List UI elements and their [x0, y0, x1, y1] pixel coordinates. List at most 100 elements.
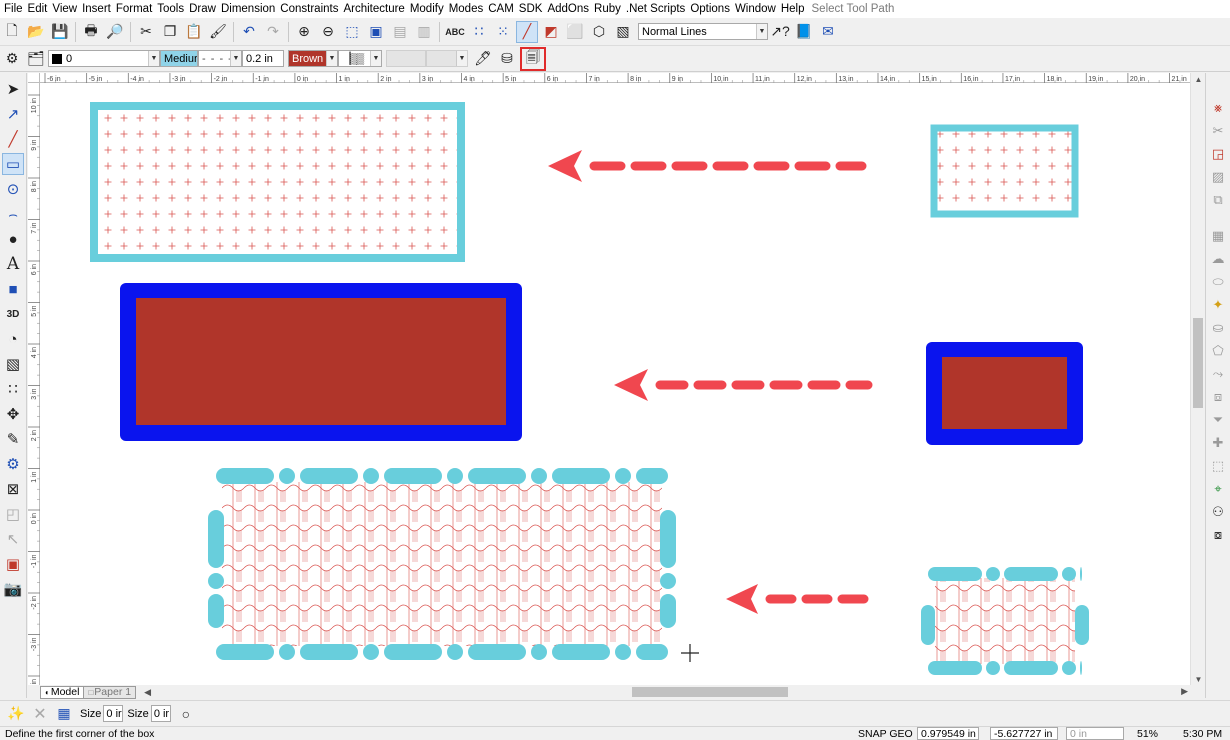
grid-icon[interactable]: ∷ [2, 378, 24, 400]
sphere-icon[interactable]: ◔ [2, 328, 24, 350]
line-weight-select[interactable]: Mediur [160, 50, 198, 67]
cube-icon[interactable]: ⬚ [1208, 456, 1228, 476]
text-icon[interactable]: A [2, 253, 24, 275]
paste-icon[interactable]: 📋 [183, 21, 205, 43]
tab-paper-1[interactable]: □ Paper 1 [84, 685, 137, 699]
layer-select[interactable]: 0 ▼ [48, 50, 160, 67]
menu-view[interactable]: View [52, 3, 77, 15]
transparency-select[interactable]: ▼ [426, 50, 468, 67]
menu-addons[interactable]: AddOns [547, 3, 589, 15]
fill-select[interactable] [386, 50, 426, 67]
spreadsheet-icon[interactable]: ▦ [53, 703, 75, 725]
magic-wand-icon[interactable]: ✨ [5, 703, 27, 725]
redo-icon[interactable]: ↷ [262, 21, 284, 43]
box-icon[interactable]: ▭ [2, 153, 24, 175]
scroll-down-icon[interactable]: ▼ [1193, 673, 1204, 685]
eyedropper-icon[interactable]: 🖊 [472, 48, 494, 70]
color-select[interactable]: Brown ▼ [288, 50, 338, 67]
snap-grid-icon[interactable]: ∷ [468, 21, 490, 43]
zoom-in-icon[interactable]: ⊕ [293, 21, 315, 43]
menu-format[interactable]: Format [116, 3, 152, 15]
people-icon[interactable]: ⚇ [1208, 502, 1228, 522]
line-style-select[interactable]: - - - - - ▼ [198, 50, 242, 67]
large-hatched-box[interactable] [90, 102, 465, 262]
menu-architecture[interactable]: Architecture [343, 3, 404, 15]
cancel-icon[interactable]: ✕ [29, 703, 51, 725]
hatch-icon[interactable]: ⨳ [1208, 98, 1228, 118]
show-grid-icon[interactable]: ⁙ [492, 21, 514, 43]
scroll-right-icon[interactable]: ▶ [1181, 686, 1188, 697]
help-cursor-icon[interactable]: ↗? [769, 21, 791, 43]
spell-check-icon[interactable]: ABC [444, 21, 466, 43]
extrude-icon[interactable]: ▨ [1208, 167, 1228, 187]
line-icon[interactable]: ╱ [2, 128, 24, 150]
menu-net-scripts[interactable]: .Net Scripts [626, 3, 685, 15]
menu-insert[interactable]: Insert [82, 3, 111, 15]
scale-icon[interactable]: ◰ [2, 503, 24, 525]
point-icon[interactable]: ● [2, 228, 24, 250]
menu-tools[interactable]: Tools [157, 3, 184, 15]
gear-icon[interactable]: ⚙ [1, 48, 23, 70]
menu-help[interactable]: Help [781, 3, 805, 15]
layers-icon[interactable]: ⧉ [1208, 190, 1228, 210]
pattern-select[interactable]: ▕▒▒▕ ▼ [338, 50, 382, 67]
properties-sheet-icon[interactable]: 🗐 [520, 46, 546, 71]
shell-icon[interactable]: ⬠ [1208, 341, 1228, 361]
stack-icon[interactable]: ⛁ [496, 48, 518, 70]
line-width-select[interactable]: 0.2 in [242, 50, 284, 67]
size-input-2[interactable]: 0 ir [150, 705, 171, 722]
render-mode-select[interactable]: Normal Lines ▼ [638, 23, 768, 40]
menu-window[interactable]: Window [735, 3, 776, 15]
copy-icon[interactable]: ❐ [159, 21, 181, 43]
menu-cam[interactable]: CAM [488, 3, 514, 15]
vertical-scrollbar[interactable]: ▲ ▼ [1190, 73, 1205, 685]
boolean-icon[interactable]: ⧈ [1208, 387, 1228, 407]
zoom-previous-icon[interactable]: ▥ [413, 21, 435, 43]
eraser-icon[interactable]: ▧ [2, 353, 24, 375]
menu-dimension[interactable]: Dimension [221, 3, 275, 15]
undo-icon[interactable]: ↶ [238, 21, 260, 43]
new-file-icon[interactable]: 🗋 [1, 21, 23, 43]
fill-color-icon[interactable]: ■ [2, 278, 24, 300]
select-arrow-icon[interactable]: ➤ [2, 78, 24, 100]
circle-icon[interactable]: ⊙ [2, 178, 24, 200]
trim-icon[interactable]: ✂ [1208, 121, 1228, 141]
zoom-out-icon[interactable]: ⊖ [317, 21, 339, 43]
plus-icon[interactable]: ✚ [1208, 433, 1228, 453]
pointer-icon[interactable]: ↖ [2, 528, 24, 550]
save-icon[interactable]: 💾 [49, 21, 71, 43]
menu-ruby[interactable]: Ruby [594, 3, 621, 15]
tab-model[interactable]: ◐ Model [40, 685, 85, 699]
stars-icon[interactable]: ✦ [1208, 295, 1228, 315]
menu-modify[interactable]: Modify [410, 3, 444, 15]
frame-icon[interactable]: ⧇ [1208, 525, 1228, 545]
pencil-icon[interactable]: ✎ [2, 428, 24, 450]
menu-constraints[interactable]: Constraints [280, 3, 338, 15]
cloud-icon[interactable]: ☁ [1208, 249, 1228, 269]
cut-icon[interactable]: ✂ [135, 21, 157, 43]
snap-mode[interactable]: SNAP GEO [858, 728, 913, 740]
open-box-icon[interactable]: ⬜ [564, 21, 586, 43]
transform-icon[interactable]: ⊠ [2, 478, 24, 500]
radio-circle-icon[interactable]: ○ [175, 703, 197, 725]
box-color-icon[interactable]: ▣ [2, 553, 24, 575]
render-icon[interactable]: ▧ [612, 21, 634, 43]
size-input-1[interactable]: 0 ir [103, 705, 124, 722]
menu-options[interactable]: Options [690, 3, 730, 15]
menu-modes[interactable]: Modes [449, 3, 484, 15]
funnel-icon[interactable]: ⏷ [1208, 410, 1228, 430]
zoom-page-icon[interactable]: ▤ [389, 21, 411, 43]
drawing-canvas[interactable] [40, 83, 1190, 685]
snap-box-icon[interactable]: ◲ [1208, 144, 1228, 164]
email-icon[interactable]: ✉ [817, 21, 839, 43]
large-wave-hatched-box[interactable] [222, 482, 662, 646]
scroll-left-icon[interactable]: ◀ [144, 687, 151, 698]
book-icon[interactable]: 📘 [793, 21, 815, 43]
menu-edit[interactable]: Edit [28, 3, 48, 15]
cube-view-icon[interactable]: ⬡ [588, 21, 610, 43]
egg-icon[interactable]: ⬭ [1208, 272, 1228, 292]
small-wave-hatched-box[interactable] [935, 578, 1075, 664]
curve-icon[interactable]: ⌢ [2, 203, 24, 225]
cylinder-icon[interactable]: ⛀ [1208, 318, 1228, 338]
scroll-up-icon[interactable]: ▲ [1193, 73, 1204, 85]
